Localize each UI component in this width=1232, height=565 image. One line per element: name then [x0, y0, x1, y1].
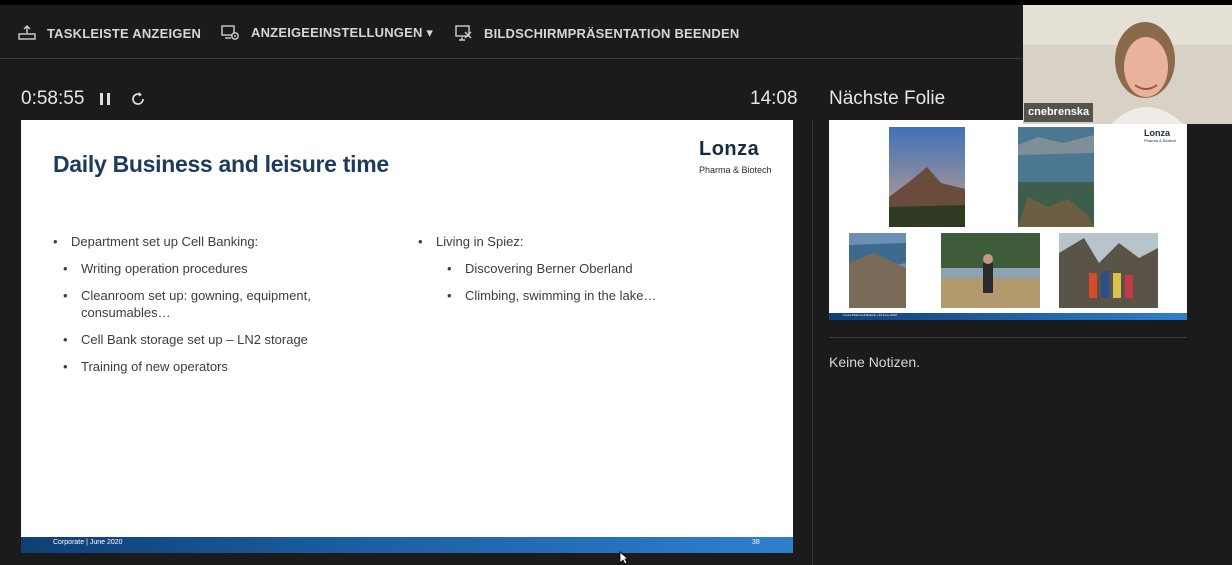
participant-name: cnebrenska — [1024, 103, 1094, 122]
footer-text: Corporate | June 2020 — [53, 539, 123, 546]
bullet-text: Cleanroom set up: gowning, equipment, — [81, 288, 311, 303]
restart-icon — [132, 92, 144, 105]
next-slide-heading: Nächste Folie — [829, 88, 946, 109]
slide-footer: Corporate | June 2020 38 — [21, 537, 793, 553]
bullet-item: • Training of new operators — [63, 359, 228, 374]
show-taskbar-button[interactable]: TASKLEISTE ANZEIGEN — [17, 23, 201, 43]
coast-photo — [849, 233, 906, 308]
bullet-text: Climbing, swimming in the lake… — [465, 288, 657, 303]
cursor-icon — [619, 551, 629, 565]
bullet-item-continued: consumables… — [81, 305, 171, 320]
bullet-text: Writing operation procedures — [81, 261, 248, 276]
taskbar-icon — [18, 25, 36, 40]
next-slide-thumbnail[interactable]: Lonza Pharma & Biotech Lonza Pharma & Bi… — [829, 120, 1187, 320]
waterfall-photo — [941, 233, 1040, 308]
climbing-group-photo — [1059, 233, 1158, 308]
left-column: • Department set up Cell Banking: • Writ… — [21, 120, 401, 420]
show-taskbar-label: TASKLEISTE ANZEIGEN — [47, 25, 202, 41]
bullet-heading-right: • Living in Spiez: — [418, 234, 524, 249]
bullet-item: • Cell Bank storage set up – LN2 storage — [63, 332, 308, 347]
bullet-dot: • — [447, 261, 452, 276]
bullet-text: Training of new operators — [81, 359, 228, 374]
bullet-text: Living in Spiez: — [436, 234, 524, 249]
bullet-dot: • — [63, 288, 68, 303]
thumbnail-footer: Lonza Pharma & Biotech | 23 June 2020 — [829, 313, 1187, 320]
lake-photo — [1018, 127, 1094, 227]
bullet-dot: • — [63, 332, 68, 347]
display-settings-icon — [221, 25, 239, 40]
mountain-photo — [889, 127, 965, 227]
end-slideshow-icon — [455, 25, 472, 41]
bullet-item: • Discovering Berner Oberland — [447, 261, 633, 276]
thumbnail-logo-word: Lonza — [1144, 128, 1170, 138]
right-column: • Living in Spiez: • Discovering Berner … — [401, 120, 781, 420]
display-settings-button[interactable]: ANZEIGEEINSTELLUNGEN ▾ — [221, 23, 433, 43]
thumbnail-footer-text: Lonza Pharma & Biotech | 23 June 2020 — [843, 313, 897, 317]
bullet-text: consumables… — [81, 305, 171, 320]
bullet-dot: • — [63, 359, 68, 374]
end-slideshow-button[interactable]: BILDSCHIRMPRÄSENTATION BEENDEN — [454, 23, 739, 43]
bullet-item: • Climbing, swimming in the lake… — [447, 288, 657, 303]
pause-icon — [100, 93, 110, 105]
bullet-text: Discovering Berner Oberland — [465, 261, 633, 276]
bullet-text: Cell Bank storage set up – LN2 storage — [81, 332, 308, 347]
current-slide[interactable]: Daily Business and leisure time Lonza Ph… — [21, 120, 793, 553]
speaker-notes[interactable]: Keine Notizen. — [829, 354, 920, 370]
pane-divider[interactable] — [812, 120, 813, 565]
thumbnail-logo: Lonza Pharma & Biotech — [1144, 128, 1176, 143]
toolbar-divider — [0, 58, 1022, 59]
end-slideshow-label: BILDSCHIRMPRÄSENTATION BEENDEN — [484, 25, 740, 41]
bullet-heading-left: • Department set up Cell Banking: — [53, 234, 259, 249]
bullet-text: Department set up Cell Banking: — [71, 234, 259, 249]
pause-button[interactable] — [95, 89, 115, 109]
bullet-dot: • — [53, 234, 58, 249]
bullet-item: • Cleanroom set up: gowning, equipment, — [63, 288, 311, 303]
bullet-item: • Writing operation procedures — [63, 261, 248, 276]
bullet-dot: • — [418, 234, 423, 249]
current-time: 14:08 — [750, 88, 798, 109]
notes-divider — [829, 337, 1187, 338]
page-number: 38 — [752, 539, 760, 546]
restart-timer-button[interactable] — [128, 89, 148, 109]
bullet-dot: • — [63, 261, 68, 276]
elapsed-timer: 0:58:55 — [21, 88, 85, 109]
display-settings-label: ANZEIGEEINSTELLUNGEN ▾ — [251, 25, 434, 40]
bullet-dot: • — [447, 288, 452, 303]
thumbnail-logo-subtitle: Pharma & Biotech — [1144, 138, 1177, 143]
